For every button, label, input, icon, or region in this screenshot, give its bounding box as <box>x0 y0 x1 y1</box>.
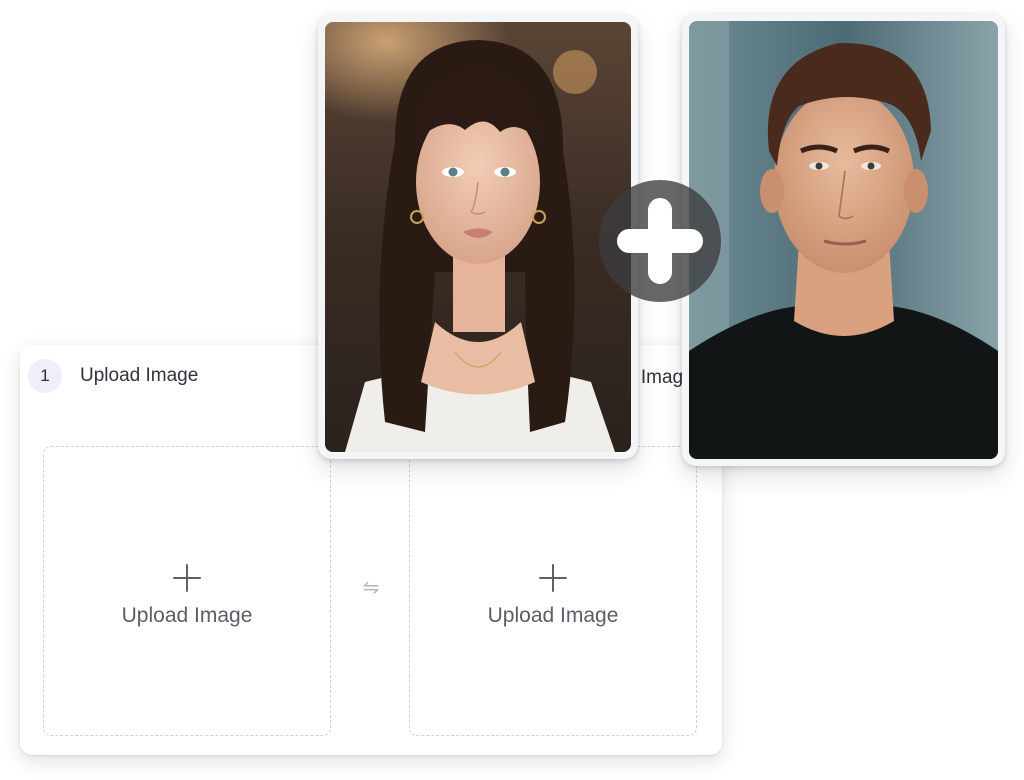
woman-portrait-image <box>325 22 631 452</box>
step-number-badge: 1 <box>28 359 62 393</box>
step-header: 1 Upload Image <box>28 359 198 393</box>
swap-icon[interactable]: ⇋ <box>358 578 384 598</box>
combine-plus-icon <box>599 180 721 302</box>
sample-photo-woman <box>318 15 638 459</box>
sample-photo-man <box>682 14 1005 466</box>
upload-label: Upload Image <box>487 604 619 627</box>
plus-icon <box>173 564 201 592</box>
plus-icon <box>539 564 567 592</box>
upload-dropzone-first[interactable]: Upload Image <box>43 446 331 736</box>
man-portrait-image <box>689 21 998 459</box>
upload-dropzone-second[interactable]: Upload Image <box>409 446 697 736</box>
step-title: Upload Image <box>80 365 199 386</box>
upload-label: Upload Image <box>121 604 253 627</box>
